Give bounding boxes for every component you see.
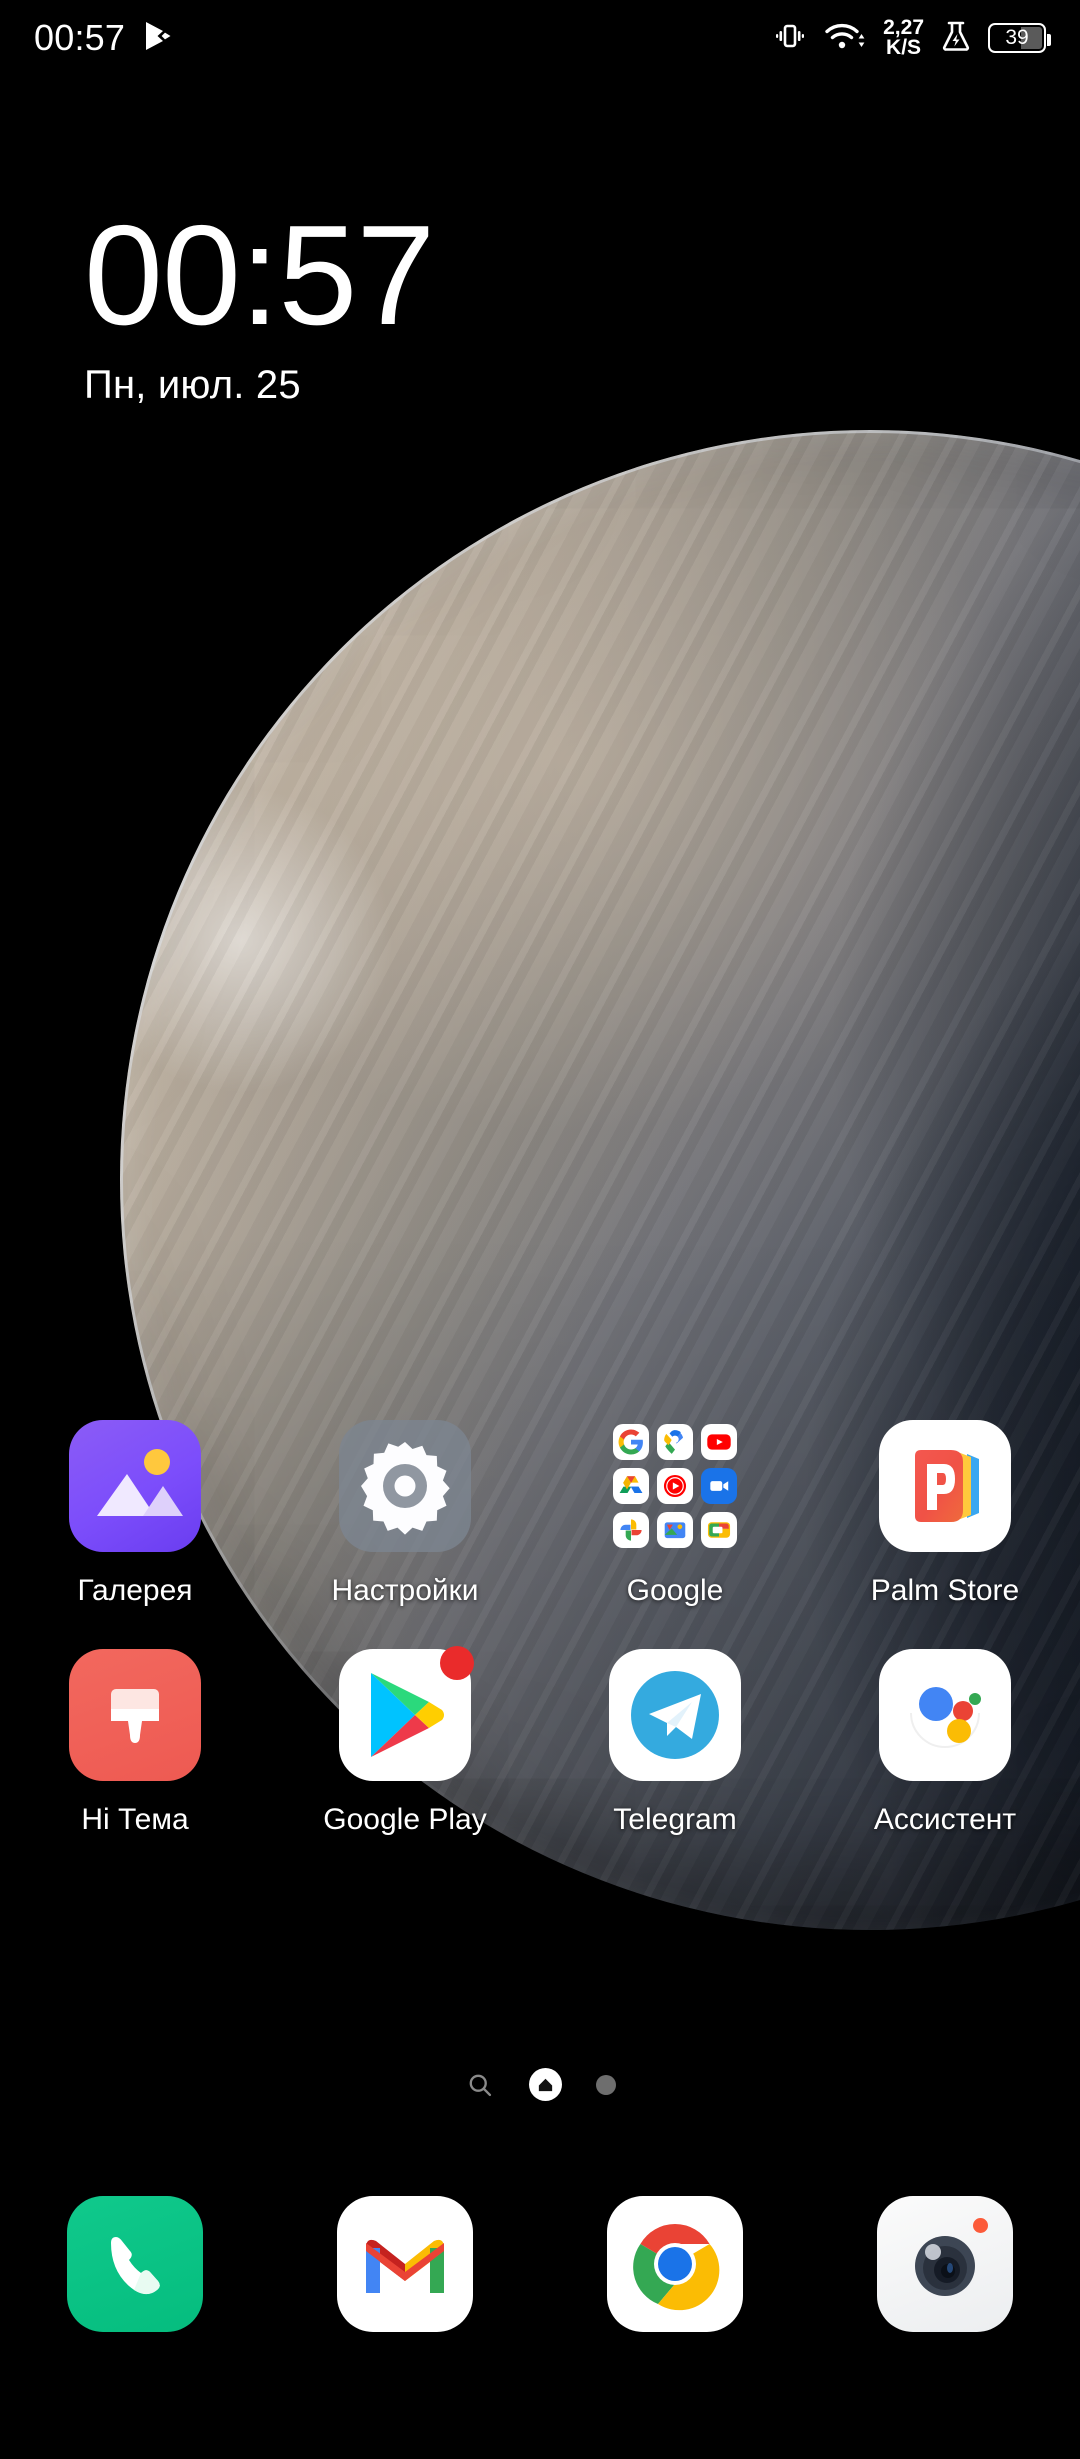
dock bbox=[0, 2196, 1080, 2332]
gallery-icon[interactable] bbox=[69, 1420, 201, 1552]
dock-item-chrome[interactable] bbox=[540, 2196, 810, 2332]
flask-icon bbox=[941, 19, 971, 58]
page-dot-home-current[interactable] bbox=[528, 2068, 562, 2101]
app-folder-google[interactable]: Google bbox=[540, 1420, 810, 1608]
app-label: Ассистент bbox=[873, 1803, 1017, 1836]
google-tv-icon bbox=[700, 1511, 737, 1548]
search-icon[interactable] bbox=[465, 2070, 495, 2100]
clock-widget[interactable]: 00:57 Пн, июл. 25 bbox=[84, 196, 435, 408]
app-grid: Галерея Настройки Google Palm Store Hi Т… bbox=[0, 1420, 1080, 1837]
hi-theme-icon[interactable] bbox=[69, 1649, 201, 1781]
app-icon-hi-theme[interactable]: Hi Тема bbox=[0, 1649, 270, 1837]
youtube-icon bbox=[700, 1424, 737, 1461]
palm-store-icon[interactable] bbox=[879, 1420, 1011, 1552]
app-label: Настройки bbox=[331, 1574, 479, 1607]
wifi-icon bbox=[824, 19, 866, 58]
app-icon-telegram[interactable]: Telegram bbox=[540, 1649, 810, 1837]
battery-percent-label: 39 bbox=[1005, 26, 1029, 49]
status-bar[interactable]: 00:57 2,27 K/S 39 bbox=[0, 0, 1080, 76]
google-play-icon[interactable] bbox=[339, 1646, 474, 1781]
app-label: Галерея bbox=[77, 1574, 193, 1607]
app-label: Google Play bbox=[323, 1803, 487, 1836]
network-speed-unit: K/S bbox=[886, 36, 922, 59]
network-speed-indicator: 2,27 K/S bbox=[883, 16, 924, 59]
clock-widget-date: Пн, июл. 25 bbox=[84, 363, 301, 407]
google-drive-icon bbox=[613, 1467, 650, 1504]
phone-icon[interactable] bbox=[67, 2196, 203, 2332]
chrome-icon[interactable] bbox=[607, 2196, 743, 2332]
app-label: Palm Store bbox=[870, 1574, 1020, 1607]
app-icon-gallery[interactable]: Галерея bbox=[0, 1420, 270, 1608]
dock-item-camera[interactable] bbox=[810, 2196, 1080, 2332]
gmail-icon[interactable] bbox=[337, 2196, 473, 2332]
app-label: Telegram bbox=[613, 1803, 737, 1836]
clock-widget-time: 00:57 bbox=[84, 196, 435, 355]
app-icon-google-play[interactable]: Google Play bbox=[270, 1646, 540, 1837]
status-bar-clock: 00:57 bbox=[34, 17, 126, 58]
play-store-notification-icon bbox=[143, 20, 173, 57]
dock-item-gmail[interactable] bbox=[270, 2196, 540, 2332]
settings-icon[interactable] bbox=[339, 1420, 471, 1552]
page-indicator[interactable] bbox=[0, 2068, 1080, 2101]
app-label: Hi Тема bbox=[81, 1803, 189, 1836]
status-bar-right: 2,27 K/S 39 bbox=[773, 16, 1051, 59]
battery-icon: 39 bbox=[988, 23, 1051, 53]
google-search-icon bbox=[613, 1424, 650, 1461]
camera-icon[interactable] bbox=[877, 2196, 1013, 2332]
google-folder-icon[interactable] bbox=[609, 1420, 741, 1552]
app-row: Галерея Настройки Google Palm Store bbox=[0, 1420, 1080, 1608]
app-icon-settings[interactable]: Настройки bbox=[270, 1420, 540, 1608]
dock-item-phone[interactable] bbox=[0, 2196, 270, 2332]
notification-badge bbox=[440, 1646, 474, 1680]
google-maps-icon bbox=[656, 1424, 693, 1461]
google-meet-icon bbox=[700, 1467, 737, 1504]
page-dot[interactable] bbox=[595, 2074, 616, 2095]
network-speed-value: 2,27 bbox=[883, 16, 924, 39]
app-row: Hi Тема Google Play Telegram Ассистент bbox=[0, 1646, 1080, 1837]
app-icon-assistant[interactable]: Ассистент bbox=[810, 1649, 1080, 1837]
google-files-icon bbox=[656, 1511, 693, 1548]
vibrate-icon bbox=[773, 19, 807, 58]
app-label: Google bbox=[626, 1574, 724, 1607]
status-bar-left: 00:57 bbox=[34, 17, 173, 59]
youtube-music-icon bbox=[656, 1467, 693, 1504]
google-assistant-icon[interactable] bbox=[879, 1649, 1011, 1781]
telegram-icon[interactable] bbox=[609, 1649, 741, 1781]
camera-notification-dot bbox=[973, 2218, 988, 2233]
app-icon-palm-store[interactable]: Palm Store bbox=[810, 1420, 1080, 1608]
google-photos-icon bbox=[613, 1511, 650, 1548]
